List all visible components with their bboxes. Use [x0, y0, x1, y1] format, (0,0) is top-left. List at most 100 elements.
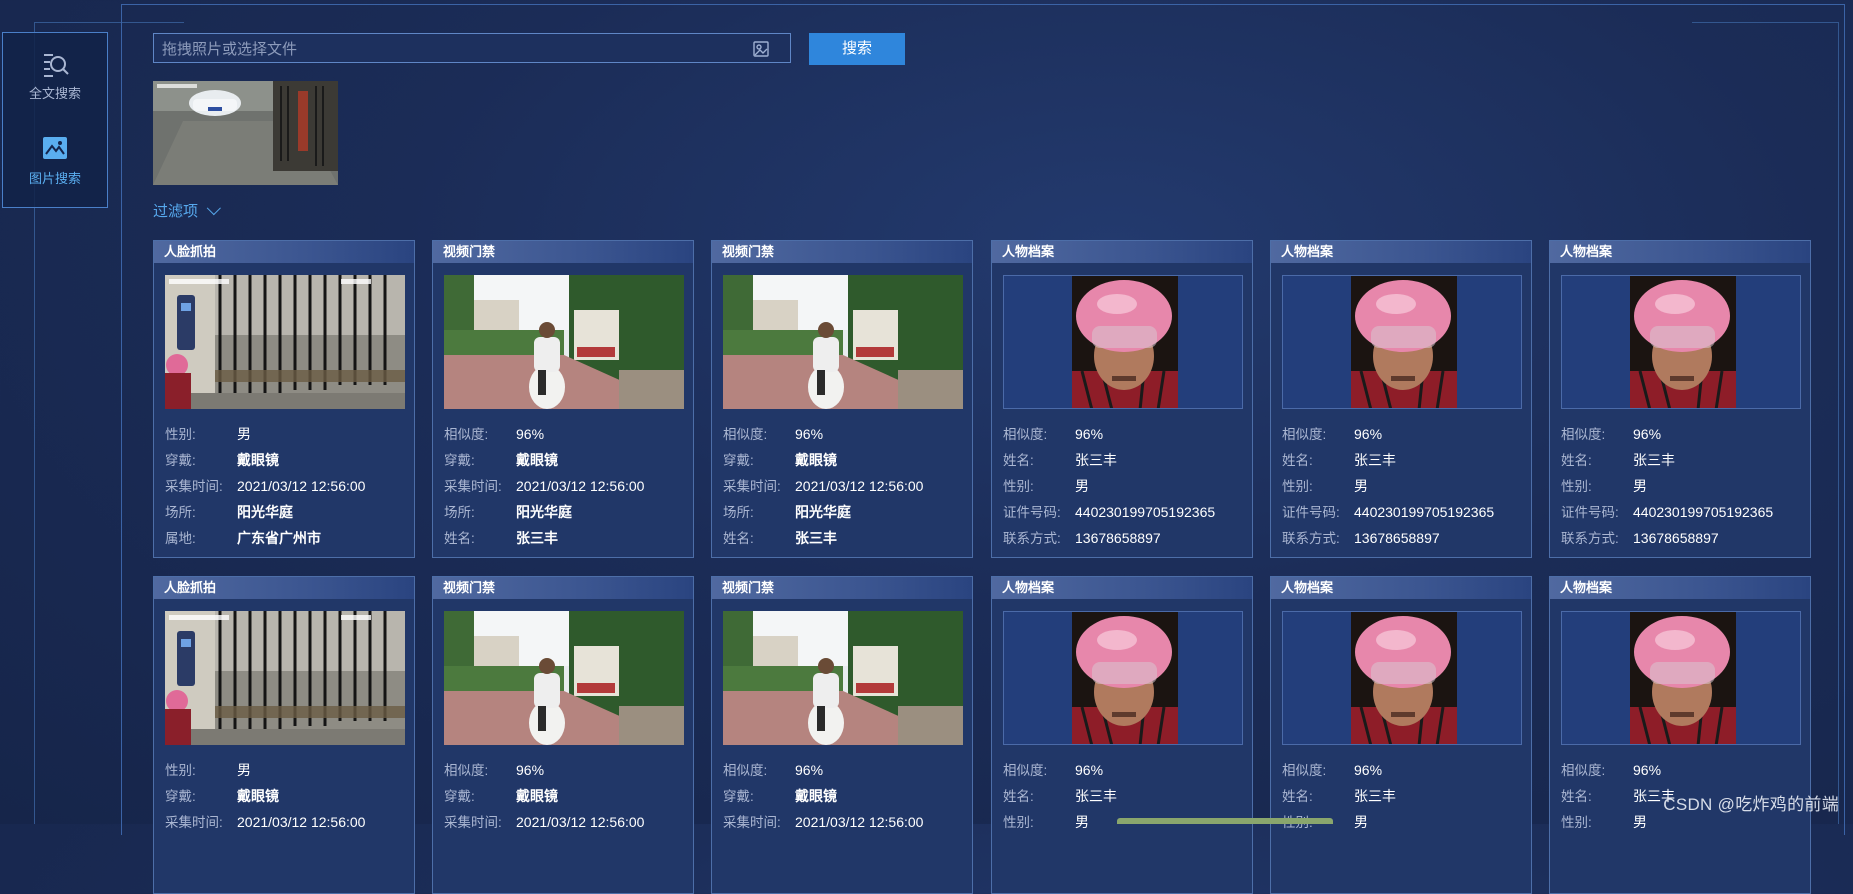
filter-toggle[interactable]: 过滤项	[153, 200, 221, 221]
card-type-title: 人物档案	[1550, 241, 1810, 263]
filter-label: 过滤项	[153, 203, 199, 220]
field-label: 相似度:	[1282, 763, 1327, 778]
search-button[interactable]: 搜索	[809, 33, 905, 65]
card-photo[interactable]	[165, 275, 405, 409]
card-field: 性别: 男	[165, 421, 365, 447]
card-photo[interactable]	[444, 275, 684, 409]
watermark: CSDN @吃炸鸡的前端	[1663, 795, 1839, 814]
result-card[interactable]: 视频门禁 相似度: 96% 穿戴: 戴眼镜 采集时间: 2021/03/12 12:56:…	[711, 576, 973, 894]
card-photo[interactable]	[165, 611, 405, 745]
card-details: 相似度: 96% 穿戴: 戴眼镜 采集时间: 2021/03/12 12:56:00	[444, 757, 644, 835]
card-field: 场所: 阳光华庭	[723, 499, 923, 525]
search-document-icon	[44, 54, 69, 77]
card-details: 相似度: 96% 穿戴: 戴眼镜 采集时间: 2021/03/12 12:56:00	[723, 757, 923, 835]
result-card[interactable]: 视频门禁 相似度: 96% 穿戴: 戴眼镜 采集时间: 2021/03/12 12:56:…	[432, 240, 694, 558]
field-value: 96%	[1633, 426, 1662, 442]
card-details: 性别: 男穿戴: 戴眼镜 采集时间: 2021/03/12 12:56:00 场所: 阳光华…	[165, 421, 365, 551]
uploaded-image-thumbnail[interactable]	[153, 81, 338, 185]
card-field: 性别: 男	[165, 757, 365, 783]
card-field: 采集时间: 2021/03/12 12:56:00	[723, 473, 923, 499]
field-label: 性别:	[165, 763, 196, 778]
image-search-input-box[interactable]	[153, 33, 791, 64]
result-card[interactable]: 人物档案 相似度:96%姓名:张三丰性别:男	[1270, 576, 1532, 894]
result-card[interactable]: 人脸抓拍 性别: 男穿戴: 戴眼镜 采集时间: 2021/03/12 12:56:00 场…	[153, 240, 415, 558]
card-field: 性别: 男	[1561, 473, 1773, 499]
field-label: 性别:	[1561, 815, 1592, 830]
card-photo[interactable]	[1282, 611, 1522, 745]
result-card[interactable]: 人脸抓拍 性别: 男穿戴: 戴眼镜 采集时间: 2021/03/12 12:56:00	[153, 576, 415, 894]
field-label: 姓名:	[1003, 453, 1034, 468]
card-photo[interactable]	[444, 611, 684, 745]
card-photo[interactable]	[1003, 611, 1243, 745]
card-type-title: 视频门禁	[712, 577, 972, 599]
card-field: 姓名: 张三丰	[1282, 447, 1494, 473]
field-value: 96%	[516, 426, 545, 442]
result-card[interactable]: 视频门禁 相似度: 96% 穿戴: 戴眼镜 采集时间: 2021/03/12 12:56:…	[711, 240, 973, 558]
field-label: 姓名:	[723, 531, 754, 546]
card-photo[interactable]	[1282, 275, 1522, 409]
field-value: 96%	[1354, 762, 1383, 778]
scrollbar-thumb[interactable]	[1117, 818, 1333, 824]
field-value: 张三丰	[1354, 788, 1396, 804]
card-field: 证件号码: 440230199705192365	[1561, 499, 1773, 525]
card-photo[interactable]	[1003, 275, 1243, 409]
sidebar-item-fulltext-search[interactable]: 全文搜索	[3, 49, 107, 102]
sidebar-item-image-search[interactable]: 图片搜索	[3, 134, 107, 187]
card-field: 采集时间: 2021/03/12 12:56:00	[723, 809, 923, 835]
result-card[interactable]: 视频门禁 相似度: 96% 穿戴: 戴眼镜 采集时间: 2021/03/12 12:56:…	[432, 576, 694, 894]
field-value: 男	[237, 762, 251, 778]
field-label: 性别:	[165, 427, 196, 442]
field-value: 96%	[516, 762, 545, 778]
search-input[interactable]	[154, 34, 754, 64]
card-type-title: 人物档案	[992, 577, 1252, 599]
card-details: 相似度: 96% 穿戴: 戴眼镜 采集时间: 2021/03/12 12:56:00 场所:…	[723, 421, 923, 551]
field-value: 张三丰	[1075, 788, 1117, 804]
field-value: 2021/03/12 12:56:00	[516, 814, 645, 830]
field-value: 张三丰	[1633, 452, 1675, 468]
result-card[interactable]: 人物档案 相似度:96%姓名:张三丰性别:男	[991, 576, 1253, 894]
card-field: 相似度: 96%	[1561, 757, 1675, 783]
card-photo[interactable]	[723, 611, 963, 745]
field-value: 440230199705192365	[1075, 504, 1216, 520]
card-field: 穿戴: 戴眼镜	[723, 783, 923, 809]
field-label: 姓名:	[1003, 789, 1034, 804]
field-label: 相似度:	[444, 427, 489, 442]
field-label: 性别:	[1282, 479, 1313, 494]
field-label: 穿戴:	[723, 789, 754, 804]
card-details: 相似度: 96% 姓名:张三丰性别: 男	[1561, 757, 1675, 835]
field-label: 姓名:	[1561, 453, 1592, 468]
field-value: 男	[1633, 478, 1647, 494]
card-photo[interactable]	[1561, 275, 1801, 409]
image-upload-icon[interactable]	[752, 40, 770, 58]
result-card[interactable]: 人物档案 相似度:96%姓名:张三丰性别:男	[1549, 576, 1811, 894]
field-label: 性别:	[1003, 479, 1034, 494]
card-field: 姓名: 张三丰	[1003, 447, 1215, 473]
field-label: 采集时间:	[723, 815, 781, 830]
result-card[interactable]: 人物档案 相似度: 96% 姓名: 张三丰 性别: 男证件号码: 4402301997051…	[1549, 240, 1811, 558]
card-field: 性别: 男	[1003, 809, 1117, 835]
field-label: 相似度:	[723, 763, 768, 778]
result-card[interactable]: 人物档案 相似度: 96% 姓名: 张三丰 性别: 男证件号码: 4402301997051…	[1270, 240, 1532, 558]
card-field: 证件号码: 440230199705192365	[1003, 499, 1215, 525]
image-search-icon	[43, 137, 67, 159]
card-type-title: 视频门禁	[433, 241, 693, 263]
field-value: 张三丰	[516, 530, 558, 546]
card-field: 姓名: 张三丰	[444, 525, 644, 551]
card-photo[interactable]	[1561, 611, 1801, 745]
card-photo[interactable]	[723, 275, 963, 409]
card-field: 穿戴: 戴眼镜	[444, 447, 644, 473]
card-field: 场所: 阳光华庭	[444, 499, 644, 525]
field-label: 采集时间:	[723, 479, 781, 494]
card-details: 相似度: 96% 穿戴: 戴眼镜 采集时间: 2021/03/12 12:56:00 场所:…	[444, 421, 644, 551]
result-card[interactable]: 人物档案 相似度: 96% 姓名: 张三丰 性别: 男证件号码: 4402301997051…	[991, 240, 1253, 558]
field-label: 相似度:	[1561, 763, 1606, 778]
field-label: 场所:	[444, 505, 475, 520]
field-value: 13678658897	[1633, 530, 1719, 546]
field-value: 男	[1354, 814, 1368, 830]
card-field: 证件号码: 440230199705192365	[1282, 499, 1494, 525]
field-label: 姓名:	[444, 531, 475, 546]
field-value: 96%	[795, 762, 824, 778]
field-label: 相似度:	[444, 763, 489, 778]
card-field: 穿戴: 戴眼镜	[165, 783, 365, 809]
field-label: 联系方式:	[1561, 531, 1619, 546]
